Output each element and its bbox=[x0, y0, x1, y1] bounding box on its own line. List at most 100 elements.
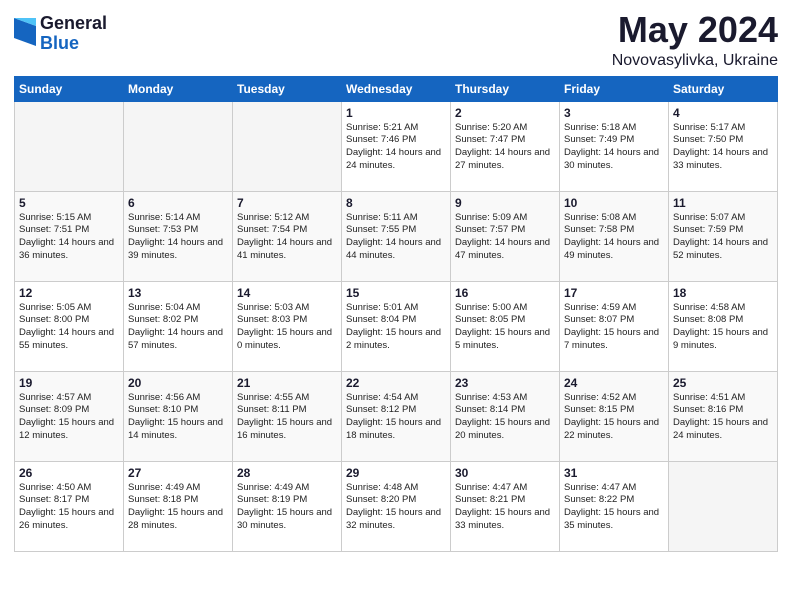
day-cell: 28 Sunrise: 4:49 AM Sunset: 8:19 PM Dayli… bbox=[233, 461, 342, 551]
day-info: Sunrise: 4:55 AM Sunset: 8:11 PM Dayligh… bbox=[237, 392, 337, 443]
col-wednesday: Wednesday bbox=[342, 76, 451, 101]
day-cell bbox=[124, 101, 233, 191]
day-cell: 13 Sunrise: 5:04 AM Sunset: 8:02 PM Dayli… bbox=[124, 281, 233, 371]
day-info: Sunrise: 4:59 AM Sunset: 8:07 PM Dayligh… bbox=[564, 302, 664, 353]
day-info: Sunrise: 5:03 AM Sunset: 8:03 PM Dayligh… bbox=[237, 302, 337, 353]
week-row-5: 26 Sunrise: 4:50 AM Sunset: 8:17 PM Dayli… bbox=[15, 461, 778, 551]
header-row: Sunday Monday Tuesday Wednesday Thursday… bbox=[15, 76, 778, 101]
day-cell: 29 Sunrise: 4:48 AM Sunset: 8:20 PM Dayli… bbox=[342, 461, 451, 551]
day-info: Sunrise: 5:14 AM Sunset: 7:53 PM Dayligh… bbox=[128, 212, 228, 263]
day-info: Sunrise: 5:07 AM Sunset: 7:59 PM Dayligh… bbox=[673, 212, 773, 263]
day-number: 30 bbox=[455, 466, 555, 480]
logo-icon bbox=[14, 18, 36, 46]
day-number: 27 bbox=[128, 466, 228, 480]
day-info: Sunrise: 4:51 AM Sunset: 8:16 PM Dayligh… bbox=[673, 392, 773, 443]
day-cell: 2 Sunrise: 5:20 AM Sunset: 7:47 PM Daylig… bbox=[451, 101, 560, 191]
day-cell: 8 Sunrise: 5:11 AM Sunset: 7:55 PM Daylig… bbox=[342, 191, 451, 281]
logo-general: General bbox=[40, 14, 107, 34]
logo-text: General Blue bbox=[40, 14, 107, 54]
day-cell: 5 Sunrise: 5:15 AM Sunset: 7:51 PM Daylig… bbox=[15, 191, 124, 281]
calendar-body: 1Sunrise: 5:21 AM Sunset: 7:46 PM Daylig… bbox=[15, 101, 778, 551]
logo: General Blue bbox=[14, 14, 107, 54]
day-info: Sunrise: 4:56 AM Sunset: 8:10 PM Dayligh… bbox=[128, 392, 228, 443]
day-cell: 11 Sunrise: 5:07 AM Sunset: 7:59 PM Dayli… bbox=[669, 191, 778, 281]
day-info: Sunrise: 5:08 AM Sunset: 7:58 PM Dayligh… bbox=[564, 212, 664, 263]
header: General Blue May 2024 Novovasylivka, Ukr… bbox=[14, 10, 778, 70]
day-info: Sunrise: 4:49 AM Sunset: 8:19 PM Dayligh… bbox=[237, 482, 337, 533]
day-info: Sunrise: 4:53 AM Sunset: 8:14 PM Dayligh… bbox=[455, 392, 555, 443]
day-info: Sunrise: 5:04 AM Sunset: 8:02 PM Dayligh… bbox=[128, 302, 228, 353]
page: General Blue May 2024 Novovasylivka, Ukr… bbox=[0, 0, 792, 612]
day-info: Sunrise: 5:00 AM Sunset: 8:05 PM Dayligh… bbox=[455, 302, 555, 353]
day-cell: 19 Sunrise: 4:57 AM Sunset: 8:09 PM Dayli… bbox=[15, 371, 124, 461]
day-number: 24 bbox=[564, 376, 664, 390]
day-number: 14 bbox=[237, 286, 337, 300]
day-cell: 31 Sunrise: 4:47 AM Sunset: 8:22 PM Dayli… bbox=[560, 461, 669, 551]
day-cell: 14 Sunrise: 5:03 AM Sunset: 8:03 PM Dayli… bbox=[233, 281, 342, 371]
day-info: Sunrise: 5:18 AM Sunset: 7:49 PM Dayligh… bbox=[564, 122, 664, 173]
day-cell: 30Sunrise: 4:47 AM Sunset: 8:21 PM Dayli… bbox=[451, 461, 560, 551]
main-title: May 2024 bbox=[612, 10, 778, 50]
day-cell: 20 Sunrise: 4:56 AM Sunset: 8:10 PM Dayli… bbox=[124, 371, 233, 461]
day-cell: 17 Sunrise: 4:59 AM Sunset: 8:07 PM Dayli… bbox=[560, 281, 669, 371]
day-info: Sunrise: 4:49 AM Sunset: 8:18 PM Dayligh… bbox=[128, 482, 228, 533]
col-friday: Friday bbox=[560, 76, 669, 101]
day-info: Sunrise: 5:17 AM Sunset: 7:50 PM Dayligh… bbox=[673, 122, 773, 173]
day-cell: 9Sunrise: 5:09 AM Sunset: 7:57 PM Daylig… bbox=[451, 191, 560, 281]
logo-blue: Blue bbox=[40, 34, 107, 54]
day-cell: 15 Sunrise: 5:01 AM Sunset: 8:04 PM Dayli… bbox=[342, 281, 451, 371]
day-info: Sunrise: 5:11 AM Sunset: 7:55 PM Dayligh… bbox=[346, 212, 446, 263]
col-thursday: Thursday bbox=[451, 76, 560, 101]
day-cell: 27 Sunrise: 4:49 AM Sunset: 8:18 PM Dayli… bbox=[124, 461, 233, 551]
day-cell bbox=[15, 101, 124, 191]
day-number: 10 bbox=[564, 196, 664, 210]
day-number: 5 bbox=[19, 196, 119, 210]
calendar-header: Sunday Monday Tuesday Wednesday Thursday… bbox=[15, 76, 778, 101]
day-number: 29 bbox=[346, 466, 446, 480]
day-info: Sunrise: 5:20 AM Sunset: 7:47 PM Dayligh… bbox=[455, 122, 555, 173]
day-number: 3 bbox=[564, 106, 664, 120]
col-saturday: Saturday bbox=[669, 76, 778, 101]
day-info: Sunrise: 5:15 AM Sunset: 7:51 PM Dayligh… bbox=[19, 212, 119, 263]
day-number: 13 bbox=[128, 286, 228, 300]
week-row-2: 5 Sunrise: 5:15 AM Sunset: 7:51 PM Daylig… bbox=[15, 191, 778, 281]
day-number: 28 bbox=[237, 466, 337, 480]
day-number: 11 bbox=[673, 196, 773, 210]
day-number: 31 bbox=[564, 466, 664, 480]
day-info: Sunrise: 4:52 AM Sunset: 8:15 PM Dayligh… bbox=[564, 392, 664, 443]
day-info: Sunrise: 4:50 AM Sunset: 8:17 PM Dayligh… bbox=[19, 482, 119, 533]
day-info: Sunrise: 5:05 AM Sunset: 8:00 PM Dayligh… bbox=[19, 302, 119, 353]
day-number: 25 bbox=[673, 376, 773, 390]
col-monday: Monday bbox=[124, 76, 233, 101]
day-number: 17 bbox=[564, 286, 664, 300]
day-info: Sunrise: 4:48 AM Sunset: 8:20 PM Dayligh… bbox=[346, 482, 446, 533]
week-row-3: 12 Sunrise: 5:05 AM Sunset: 8:00 PM Dayli… bbox=[15, 281, 778, 371]
day-info: Sunrise: 4:57 AM Sunset: 8:09 PM Dayligh… bbox=[19, 392, 119, 443]
day-cell: 4Sunrise: 5:17 AM Sunset: 7:50 PM Daylig… bbox=[669, 101, 778, 191]
day-number: 20 bbox=[128, 376, 228, 390]
day-number: 15 bbox=[346, 286, 446, 300]
day-number: 19 bbox=[19, 376, 119, 390]
day-number: 9 bbox=[455, 196, 555, 210]
day-cell: 26 Sunrise: 4:50 AM Sunset: 8:17 PM Dayli… bbox=[15, 461, 124, 551]
day-number: 1 bbox=[346, 106, 446, 120]
day-info: Sunrise: 5:01 AM Sunset: 8:04 PM Dayligh… bbox=[346, 302, 446, 353]
day-cell: 7 Sunrise: 5:12 AM Sunset: 7:54 PM Daylig… bbox=[233, 191, 342, 281]
day-info: Sunrise: 4:47 AM Sunset: 8:22 PM Dayligh… bbox=[564, 482, 664, 533]
day-number: 8 bbox=[346, 196, 446, 210]
day-info: Sunrise: 5:12 AM Sunset: 7:54 PM Dayligh… bbox=[237, 212, 337, 263]
day-number: 12 bbox=[19, 286, 119, 300]
day-cell: 22Sunrise: 4:54 AM Sunset: 8:12 PM Dayli… bbox=[342, 371, 451, 461]
day-cell: 21Sunrise: 4:55 AM Sunset: 8:11 PM Dayli… bbox=[233, 371, 342, 461]
day-number: 26 bbox=[19, 466, 119, 480]
day-cell: 25 Sunrise: 4:51 AM Sunset: 8:16 PM Dayli… bbox=[669, 371, 778, 461]
calendar: Sunday Monday Tuesday Wednesday Thursday… bbox=[14, 76, 778, 552]
day-info: Sunrise: 4:58 AM Sunset: 8:08 PM Dayligh… bbox=[673, 302, 773, 353]
day-number: 7 bbox=[237, 196, 337, 210]
day-number: 6 bbox=[128, 196, 228, 210]
day-cell: 3 Sunrise: 5:18 AM Sunset: 7:49 PM Daylig… bbox=[560, 101, 669, 191]
subtitle: Novovasylivka, Ukraine bbox=[612, 52, 778, 70]
day-number: 2 bbox=[455, 106, 555, 120]
day-number: 16 bbox=[455, 286, 555, 300]
day-number: 22 bbox=[346, 376, 446, 390]
